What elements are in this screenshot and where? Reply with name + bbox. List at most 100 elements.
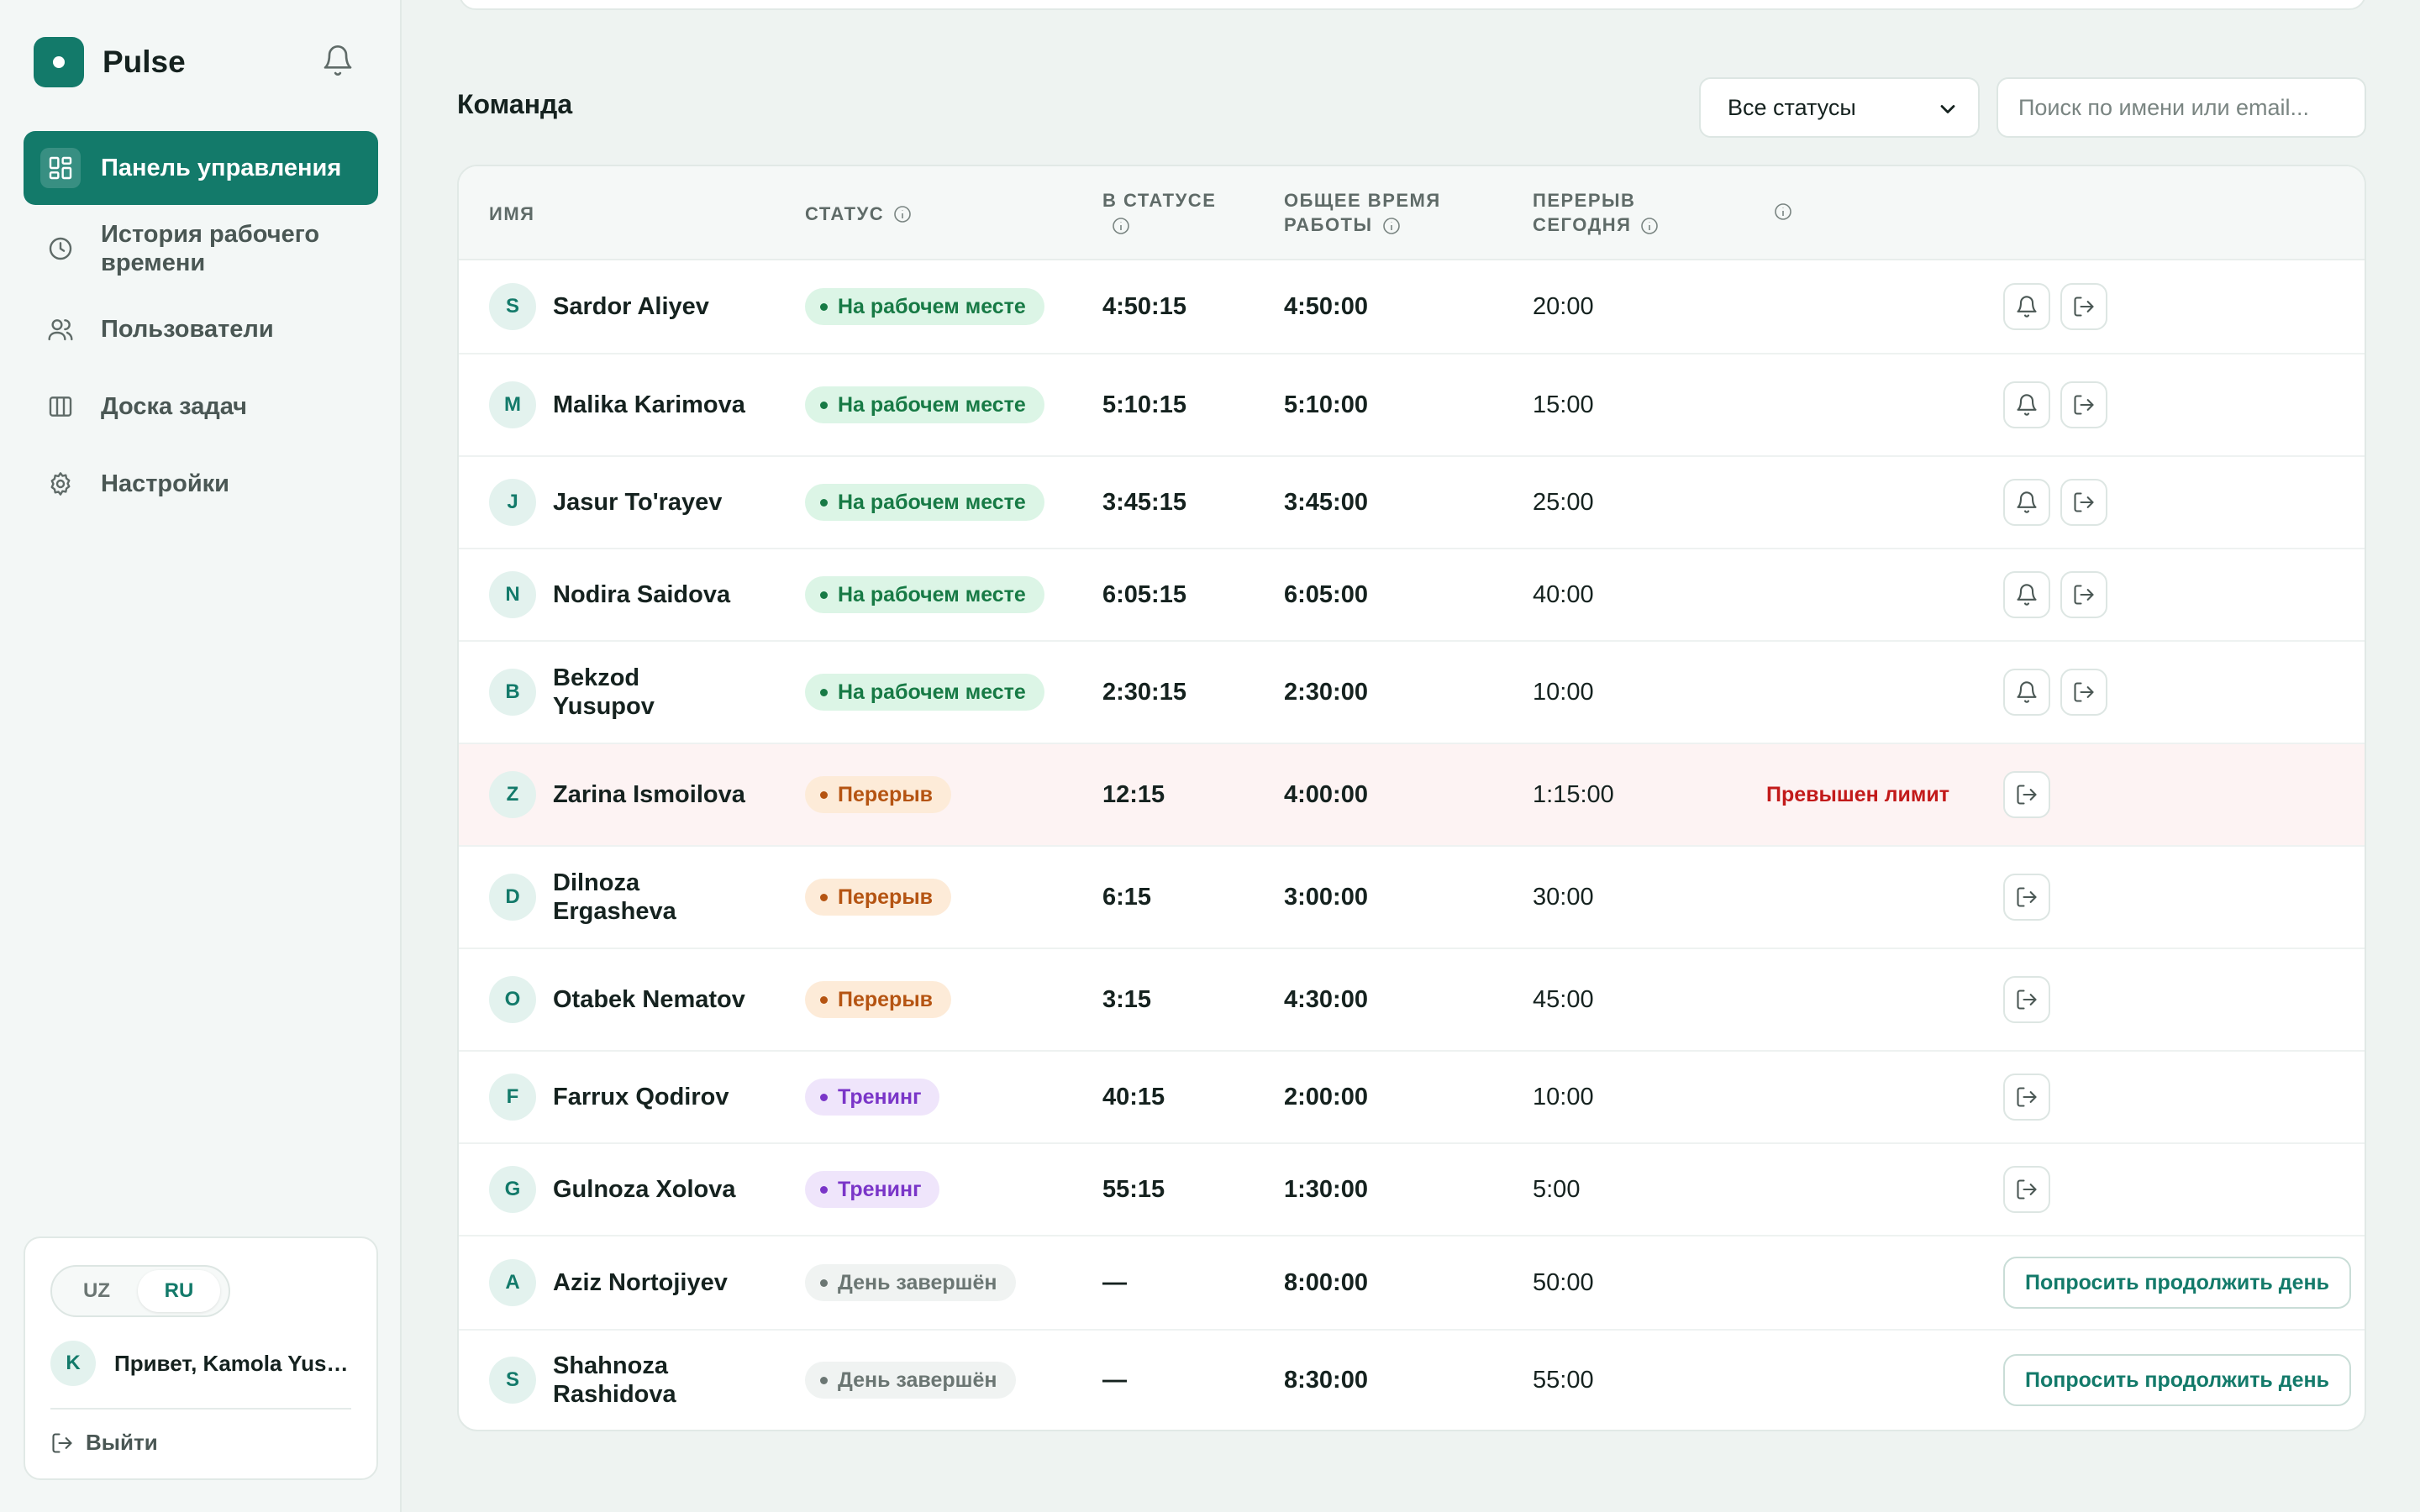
- user-name[interactable]: Sardor Aliyev: [553, 292, 746, 321]
- end-session-button[interactable]: [2003, 771, 2050, 818]
- table-row[interactable]: A Aziz Nortojiyev День завершён — 8:00:00 50:…: [459, 1236, 2365, 1331]
- info-icon[interactable]: [1111, 216, 1131, 236]
- status-cell: Перерыв: [805, 949, 952, 1050]
- user-name[interactable]: Shahnoza Rashidova: [553, 1352, 746, 1409]
- table-row[interactable]: N Nodira Saidova На рабочем месте 6:05:15 6:…: [459, 549, 2365, 642]
- status-dot: [820, 688, 828, 696]
- total-work-time: 3:00:00: [1284, 883, 1368, 911]
- table-row[interactable]: F Farrux Qodirov Тренинг 40:15 2:00:00 10:00: [459, 1052, 2365, 1144]
- ask-continue-day-button[interactable]: Попросить продолжить день: [2003, 1257, 2351, 1309]
- avatar: N: [489, 571, 536, 618]
- logout-icon: [50, 1431, 76, 1456]
- user-name[interactable]: Bekzod Yusupov: [553, 664, 746, 721]
- status-cell: Тренинг: [805, 1144, 940, 1235]
- header-break-line2: СЕГОДНЯ: [1533, 214, 1632, 235]
- avatar: S: [489, 1357, 536, 1404]
- info-icon[interactable]: [892, 204, 913, 224]
- status-label: На рабочем месте: [838, 680, 1026, 704]
- sidebar-item-users[interactable]: Пользователи: [24, 292, 378, 366]
- ask-continue-day-button[interactable]: Попросить продолжить день: [2003, 1354, 2351, 1406]
- end-session-button[interactable]: [2060, 571, 2107, 618]
- break-today-time: 55:00: [1533, 1366, 1594, 1394]
- user-name[interactable]: Nodira Saidova: [553, 580, 746, 609]
- lang-ru-button[interactable]: RU: [138, 1270, 220, 1312]
- table-row[interactable]: S Sardor Aliyev На рабочем месте 4:50:15 4:5…: [459, 260, 2365, 354]
- sidebar-item-settings[interactable]: Настройки: [24, 447, 378, 521]
- notify-button[interactable]: [2003, 479, 2050, 526]
- end-session-button[interactable]: [2003, 1166, 2050, 1213]
- table-row[interactable]: D Dilnoza Ergasheva Перерыв 6:15 3:00:00 30:0…: [459, 847, 2365, 949]
- logout-icon: [2015, 885, 2039, 909]
- end-session-button[interactable]: [2060, 283, 2107, 330]
- status-cell: День завершён: [805, 1331, 1016, 1430]
- end-session-button[interactable]: [2003, 976, 2050, 1023]
- sidebar-item-task-board[interactable]: Доска задач: [24, 370, 378, 444]
- total-work-time: 8:30:00: [1284, 1366, 1368, 1394]
- row-actions: [2003, 457, 2118, 548]
- table-row[interactable]: G Gulnoza Xolova Тренинг 55:15 1:30:00 5:00: [459, 1144, 2365, 1236]
- status-dot: [820, 893, 828, 901]
- user-name[interactable]: Jasur To'rayev: [553, 488, 746, 517]
- total-work-time: 8:00:00: [1284, 1268, 1368, 1296]
- notify-button[interactable]: [2003, 283, 2050, 330]
- user-name[interactable]: Otabek Nematov: [553, 985, 746, 1014]
- break-today-time: 5:00: [1533, 1175, 1581, 1203]
- table-row[interactable]: B Bekzod Yusupov На рабочем месте 2:30:15 2:…: [459, 642, 2365, 744]
- end-session-button[interactable]: [2003, 874, 2050, 921]
- notify-button[interactable]: [2003, 571, 2050, 618]
- header-break-today: ПЕРЕРЫВ СЕГОДНЯ: [1533, 188, 1660, 237]
- search-input[interactable]: [1996, 77, 2366, 138]
- user-name[interactable]: Farrux Qodirov: [553, 1083, 746, 1111]
- table-row[interactable]: O Otabek Nematov Перерыв 3:15 4:30:00 45:00: [459, 949, 2365, 1052]
- in-status-time: 6:15: [1102, 883, 1152, 911]
- logout-button[interactable]: Выйти: [50, 1430, 158, 1456]
- notify-button[interactable]: [2003, 669, 2050, 716]
- break-today-time: 45:00: [1533, 985, 1594, 1013]
- row-actions: [2003, 354, 2118, 455]
- table-row[interactable]: M Malika Karimova На рабочем месте 5:10:15 5…: [459, 354, 2365, 457]
- table-row[interactable]: J Jasur To'rayev На рабочем месте 3:45:15 3:…: [459, 457, 2365, 549]
- end-session-button[interactable]: [2060, 381, 2107, 428]
- sidebar-item-dashboard[interactable]: Панель управления: [24, 131, 378, 205]
- info-icon[interactable]: [1381, 216, 1402, 236]
- notify-button[interactable]: [2003, 381, 2050, 428]
- logout-icon: [2072, 393, 2096, 417]
- status-cell: День завершён: [805, 1236, 1016, 1329]
- in-status-time: 55:15: [1102, 1175, 1165, 1203]
- lang-uz-button[interactable]: UZ: [55, 1270, 138, 1312]
- header-status-label: СТАТУС: [805, 203, 885, 224]
- status-filter-select[interactable]: Все статусы: [1699, 77, 1980, 138]
- break-today-time: 50:00: [1533, 1268, 1594, 1296]
- user-name[interactable]: Zarina Ismoilova: [553, 780, 746, 809]
- table-row[interactable]: S Shahnoza Rashidova День завершён — 8:30:00…: [459, 1331, 2365, 1430]
- end-session-button[interactable]: [2060, 479, 2107, 526]
- end-session-button[interactable]: [2003, 1074, 2050, 1121]
- end-session-button[interactable]: [2060, 669, 2107, 716]
- in-status-time: 6:05:15: [1102, 580, 1186, 608]
- info-icon[interactable]: [1773, 202, 1793, 222]
- in-status-time: —: [1102, 1366, 1127, 1394]
- user-name[interactable]: Malika Karimova: [553, 391, 746, 419]
- user-cell: M Malika Karimova: [489, 354, 746, 455]
- status-cell: Перерыв: [805, 847, 952, 948]
- user-cell: S Shahnoza Rashidova: [489, 1331, 746, 1430]
- brand[interactable]: Pulse: [34, 37, 186, 87]
- total-work-time: 4:30:00: [1284, 985, 1368, 1013]
- table-row[interactable]: Z Zarina Ismoilova Перерыв 12:15 4:00:00 1:15…: [459, 744, 2365, 847]
- header-total-time-line1: ОБЩЕЕ ВРЕМЯ: [1284, 190, 1441, 211]
- sidebar-item-work-history[interactable]: История рабочего времени: [24, 208, 378, 289]
- break-today-time: 40:00: [1533, 580, 1594, 608]
- user-name[interactable]: Dilnoza Ergasheva: [553, 869, 746, 926]
- status-label: Тренинг: [838, 1084, 922, 1109]
- status-label: На рабочем месте: [838, 490, 1026, 514]
- status-dot: [820, 591, 828, 599]
- user-name[interactable]: Gulnoza Xolova: [553, 1175, 746, 1204]
- user-greeting: K Привет, Kamola Yusupova: [50, 1341, 358, 1386]
- user-cell: G Gulnoza Xolova: [489, 1144, 746, 1235]
- total-work-time: 3:45:00: [1284, 488, 1368, 516]
- notifications-bell-icon[interactable]: [321, 44, 355, 77]
- avatar: F: [489, 1074, 536, 1121]
- in-status-time: 5:10:15: [1102, 391, 1186, 418]
- info-icon[interactable]: [1639, 216, 1660, 236]
- user-name[interactable]: Aziz Nortojiyev: [553, 1268, 746, 1297]
